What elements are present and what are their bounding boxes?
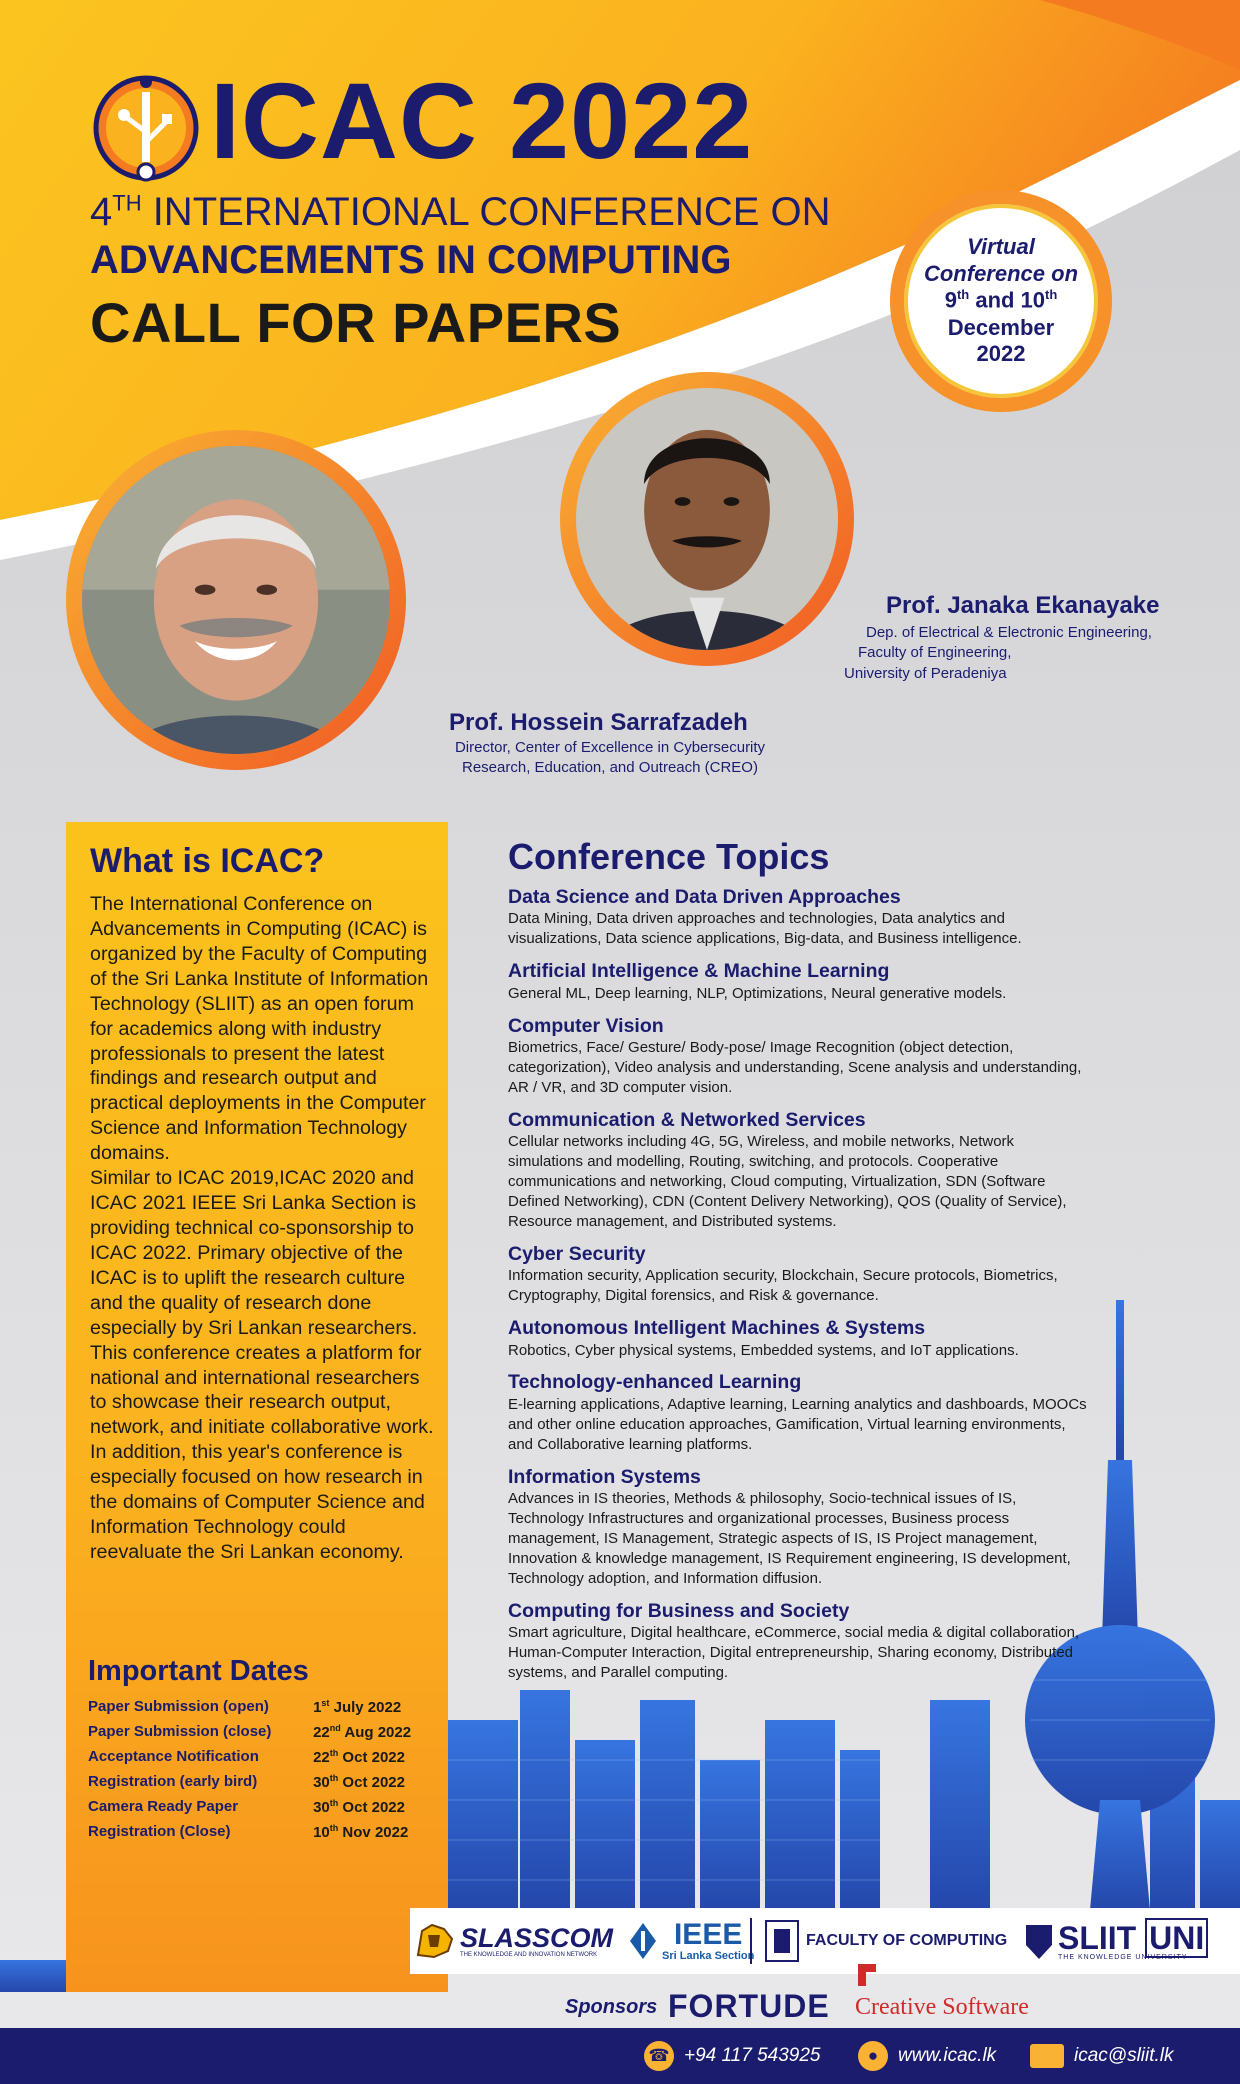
about-paragraph-2: Similar to ICAC 2019,ICAC 2020 and ICAC …	[90, 1167, 418, 1339]
date-row: Paper Submission (close) 22nd Aug 2022	[88, 1719, 428, 1744]
topic-heading: Information Systems	[508, 1465, 701, 1488]
call-for-papers-heading: CALL FOR PAPERS	[90, 291, 622, 354]
topics-list: Data Science and Data Driven Approaches D…	[508, 886, 1098, 1694]
sliit-shield-icon	[1026, 1925, 1052, 1959]
topic-heading: Autonomous Intelligent Machines & System…	[508, 1317, 926, 1340]
mail-icon	[1030, 2044, 1064, 2068]
date-label: Camera Ready Paper	[88, 1798, 239, 1815]
date-value: 22th Oct 2022	[313, 1747, 405, 1766]
sliit-crest-icon	[765, 1920, 799, 1962]
conference-title-line2: ADVANCEMENTS IN COMPUTING	[90, 238, 732, 282]
email-link[interactable]: icac@sliit.lk	[1074, 2045, 1174, 2067]
globe-icon: ●	[858, 2041, 888, 2071]
topic-item: Communication & Networked Services Cellul…	[508, 1109, 1098, 1232]
topic-heading: Computer Vision	[508, 1014, 664, 1037]
date-row: Registration (Close) 10th Nov 2022	[88, 1819, 428, 1844]
speaker-portrait-2	[576, 388, 838, 650]
date-row: Paper Submission (open) 1st July 2022	[88, 1694, 428, 1719]
topic-heading: Cyber Security	[508, 1242, 646, 1265]
topic-item: Data Science and Data Driven Approaches D…	[508, 886, 1098, 949]
date-row: Acceptance Notification 22th Oct 2022	[88, 1744, 428, 1769]
date-value: 22nd Aug 2022	[313, 1722, 412, 1741]
website-link[interactable]: www.icac.lk	[898, 2045, 996, 2067]
topic-heading: Communication & Networked Services	[508, 1108, 866, 1131]
topic-heading: Artificial Intelligence & Machine Learni…	[508, 960, 890, 983]
date-label: Registration (Close)	[88, 1823, 231, 1840]
topic-description: Information security, Application securi…	[508, 1267, 1058, 1305]
virtual-conference-badge: Virtual Conference on 9th and 10th Decem…	[890, 190, 1112, 412]
date-value: 30th Oct 2022	[313, 1772, 405, 1791]
date-label: Paper Submission (open)	[88, 1698, 269, 1715]
creative-software-icon	[858, 1964, 876, 1986]
speaker-name-ekanayake: Prof. Janaka Ekanayake	[886, 592, 1160, 619]
phone-icon: ☎	[644, 2041, 674, 2071]
slasscom-logo: SLASSCOM THE KNOWLEDGE AND INNOVATION NE…	[414, 1908, 613, 1974]
about-paragraph-3: This conference creates a platform for n…	[90, 1341, 434, 1563]
topic-description: Data Mining, Data driven approaches and …	[508, 910, 1022, 948]
sliit-uni-logo: SLIIT UNI THE KNOWLEDGE UNIVERSITY	[1024, 1908, 1209, 1974]
topic-item: Artificial Intelligence & Machine Learni…	[508, 960, 1098, 1003]
topic-description: Robotics, Cyber physical systems, Embedd…	[508, 1341, 1019, 1359]
ieee-logo: IEEE Sri Lanka Section	[628, 1908, 754, 1974]
date-row: Camera Ready Paper 30th Oct 2022	[88, 1794, 428, 1819]
topic-description: Smart agriculture, Digital healthcare, e…	[508, 1624, 1080, 1682]
sponsor-logo-bar: SLASSCOM THE KNOWLEDGE AND INNOVATION NE…	[410, 1908, 1240, 1974]
important-dates-table: Paper Submission (open) 1st July 2022 Pape…	[88, 1694, 428, 1844]
topic-description: General ML, Deep learning, NLP, Optimiza…	[508, 984, 1007, 1002]
fortude-logo: FORTUDE	[668, 1988, 830, 2024]
topic-heading: Data Science and Data Driven Approaches	[508, 886, 901, 908]
what-is-icac-body: The International Conference on Advancem…	[90, 892, 436, 1565]
what-is-icac-heading: What is ICAC?	[90, 842, 325, 880]
speaker-name-sarrafzadeh: Prof. Hossein Sarrafzadeh	[449, 709, 748, 736]
speaker-photo-ekanayake	[560, 372, 854, 666]
footer-phone[interactable]: ☎ +94 117 543925	[644, 2036, 820, 2076]
date-value: 10th Nov 2022	[313, 1822, 409, 1841]
footer-website[interactable]: ● www.icac.lk	[858, 2036, 996, 2076]
creative-software-logo: Creative Software	[855, 1994, 1029, 2020]
brand-title: ICAC 2022	[210, 60, 754, 181]
conference-title-line1: 4TH INTERNATIONAL CONFERENCE ON	[90, 190, 831, 234]
topic-item: Computing for Business and Society Smart …	[508, 1600, 1098, 1683]
speaker-photo-sarrafzadeh	[66, 430, 406, 770]
topic-item: Computer Vision Biometrics, Face/ Gesture…	[508, 1015, 1098, 1098]
footer-email[interactable]: icac@sliit.lk	[1030, 2036, 1174, 2076]
topic-item: Information Systems Advances in IS theori…	[508, 1466, 1098, 1589]
date-value: 30th Oct 2022	[313, 1797, 405, 1816]
conference-topics-heading: Conference Topics	[508, 836, 830, 877]
date-label: Registration (early bird)	[88, 1773, 258, 1790]
speaker-portrait-1	[82, 446, 390, 754]
date-value: 1st July 2022	[313, 1697, 402, 1716]
topic-description: Cellular networks including 4G, 5G, Wire…	[508, 1133, 1067, 1230]
topic-description: Biometrics, Face/ Gesture/ Body-pose/ Im…	[508, 1038, 1082, 1096]
topic-description: E-learning applications, Adaptive learni…	[508, 1395, 1087, 1453]
date-label: Paper Submission (close)	[88, 1723, 272, 1740]
speaker-role-ekanayake: Dep. of Electrical & Electronic Engineer…	[844, 624, 1152, 682]
lion-icon	[416, 1923, 454, 1959]
topic-heading: Technology-enhanced Learning	[508, 1371, 802, 1394]
topic-item: Autonomous Intelligent Machines & System…	[508, 1317, 1098, 1360]
phone-number: +94 117 543925	[684, 2045, 821, 2066]
topic-item: Technology-enhanced Learning E-learning a…	[508, 1371, 1098, 1454]
faculty-of-computing-logo: FACULTY OF COMPUTING	[750, 1918, 1007, 1964]
date-label: Acceptance Notification	[88, 1748, 259, 1765]
topic-heading: Computing for Business and Society	[508, 1599, 850, 1622]
date-row: Registration (early bird) 30th Oct 2022	[88, 1769, 428, 1794]
topic-item: Cyber Security Information security, Appl…	[508, 1243, 1098, 1306]
important-dates-heading: Important Dates	[88, 1655, 309, 1687]
speaker-role-sarrafzadeh: Director, Center of Excellence in Cybers…	[454, 739, 766, 777]
icac-logo-icon	[93, 75, 199, 182]
ieee-diamond-icon	[630, 1923, 656, 1959]
topic-description: Advances in IS theories, Methods & philo…	[508, 1490, 1071, 1587]
sponsors-label: Sponsors	[565, 1996, 658, 2018]
about-paragraph-1: The International Conference on Advancem…	[90, 893, 429, 1165]
